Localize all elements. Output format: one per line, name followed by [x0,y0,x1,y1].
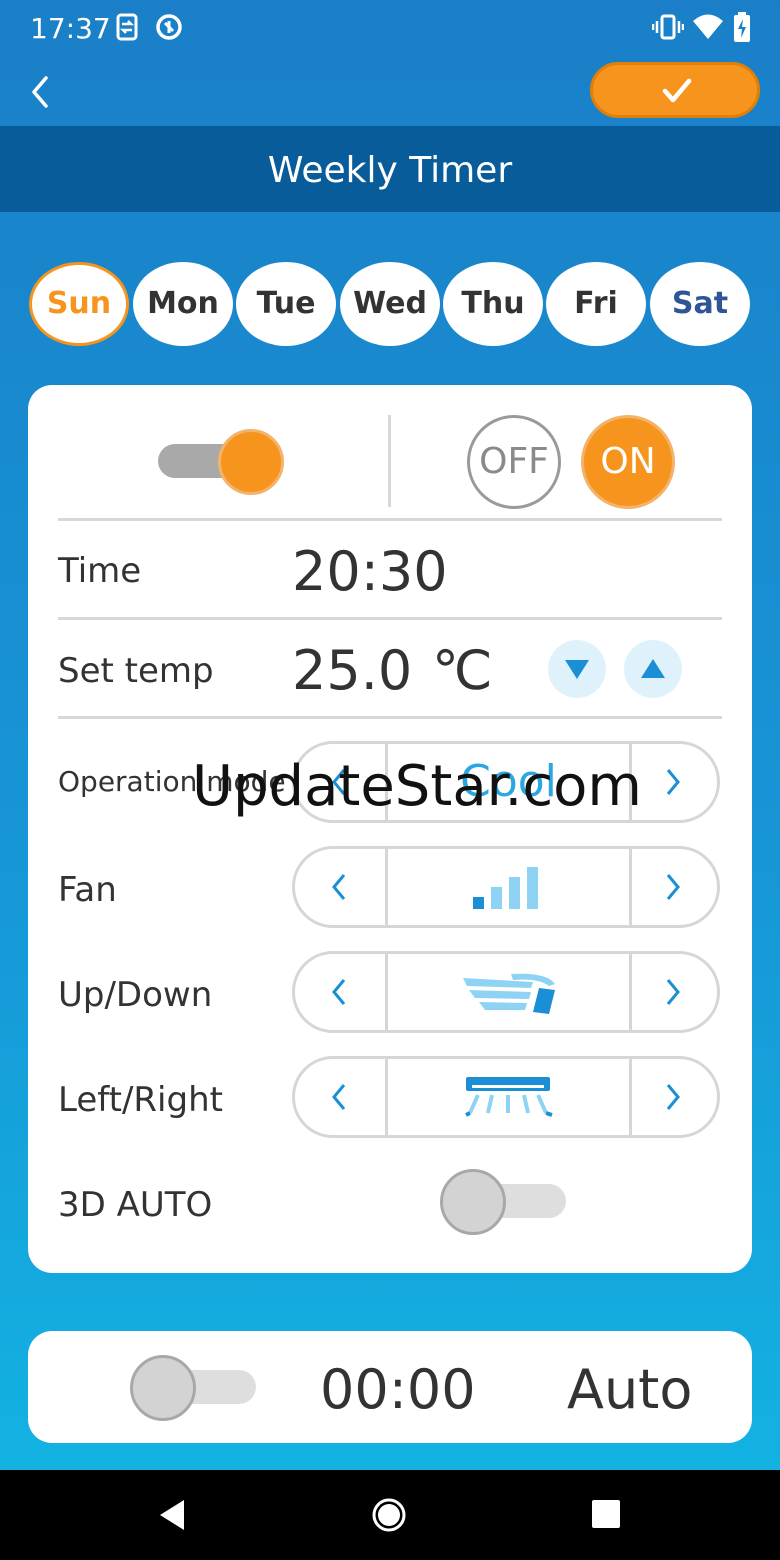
triangle-up-icon [641,659,665,678]
mode-selector: Cool [292,741,720,823]
leftright-prev-button[interactable] [295,1059,383,1135]
auto3d-toggle[interactable] [438,1167,568,1237]
mode-next-button[interactable] [629,744,717,820]
chevron-right-icon [666,1084,680,1110]
sync-icon [114,12,140,47]
chevron-right-icon [666,769,680,795]
leftright-selector [292,1056,720,1138]
updown-prev-button[interactable] [295,954,383,1030]
toggle-knob [130,1355,196,1421]
fan-prev-button[interactable] [295,849,383,925]
status-time: 17:37 [30,12,111,45]
time-label: Time [58,551,142,591]
divider [58,518,722,521]
auto3d-label: 3D AUTO [58,1185,213,1225]
temp-up-button[interactable] [624,640,682,698]
chevron-right-icon [666,874,680,900]
day-tab-tue[interactable]: Tue [236,262,336,346]
chevron-left-icon [332,769,346,795]
second-timer-mode: Auto [567,1358,693,1421]
updown-label: Up/Down [58,975,213,1015]
second-timer-time[interactable]: 00:00 [320,1358,476,1421]
day-tab-sun[interactable]: Sun [29,262,129,346]
navigation-bar [0,1470,780,1560]
chevron-left-icon [332,979,346,1005]
temp-value: 25.0 [292,639,413,702]
power-on-button[interactable]: ON [581,415,675,509]
fan-speed-bars-icon [472,867,538,909]
fan-value-display [388,849,629,925]
top-bar [0,56,780,126]
back-button[interactable] [22,70,62,114]
triangle-down-icon [565,660,589,679]
divider [58,716,722,719]
vertical-divider [388,415,391,507]
leftright-label: Left/Right [58,1080,223,1120]
vibrate-icon [651,12,685,47]
updown-next-button[interactable] [629,954,717,1030]
mode-prev-button[interactable] [295,744,383,820]
title-bar: Weekly Timer [0,126,780,212]
day-tab-sat[interactable]: Sat [650,262,750,346]
toggle-knob [218,429,284,495]
checkmark-icon [662,78,692,103]
temp-label: Set temp [58,651,214,691]
day-tab-wed[interactable]: Wed [340,262,440,346]
timer-enable-toggle[interactable] [156,427,286,497]
mode-label: Operation mode [58,765,286,798]
divider [58,617,722,620]
second-timer-card: 00:00 Auto [28,1331,752,1443]
temp-down-button[interactable] [548,640,606,698]
status-bar: 17:37 [0,0,780,56]
day-tab-mon[interactable]: Mon [133,262,233,346]
chevron-left-icon [332,874,346,900]
chevron-left-icon [32,76,48,108]
timer-card: OFF ON Time 20:30 Set temp 25.0 ℃ Operat… [28,385,752,1273]
page-title: Weekly Timer [267,150,513,191]
fan-label: Fan [58,870,117,910]
day-tab-fri[interactable]: Fri [546,262,646,346]
temp-unit: ℃ [432,639,493,702]
second-timer-toggle[interactable] [128,1353,258,1423]
fan-selector [292,846,720,928]
updown-value-display [388,954,629,1030]
horizontal-airflow-icon [464,1077,553,1117]
vertical-airflow-icon [462,973,555,1014]
data-saver-icon [154,12,184,47]
confirm-button[interactable] [590,62,760,118]
leftright-value-display [388,1059,629,1135]
power-off-button[interactable]: OFF [467,415,561,509]
nav-recents-icon[interactable] [591,1499,621,1529]
leftright-next-button[interactable] [629,1059,717,1135]
wifi-icon [692,12,724,47]
day-tab-thu[interactable]: Thu [443,262,543,346]
chevron-right-icon [666,979,680,1005]
mode-value-display: Cool [388,744,629,820]
chevron-left-icon [332,1084,346,1110]
fan-next-button[interactable] [629,849,717,925]
toggle-knob [440,1169,506,1235]
mode-value: Cool [460,756,557,807]
nav-back-icon[interactable] [156,1498,190,1532]
nav-home-icon[interactable] [371,1497,407,1533]
time-value[interactable]: 20:30 [292,540,448,603]
battery-charging-icon [733,12,751,47]
updown-selector [292,951,720,1033]
